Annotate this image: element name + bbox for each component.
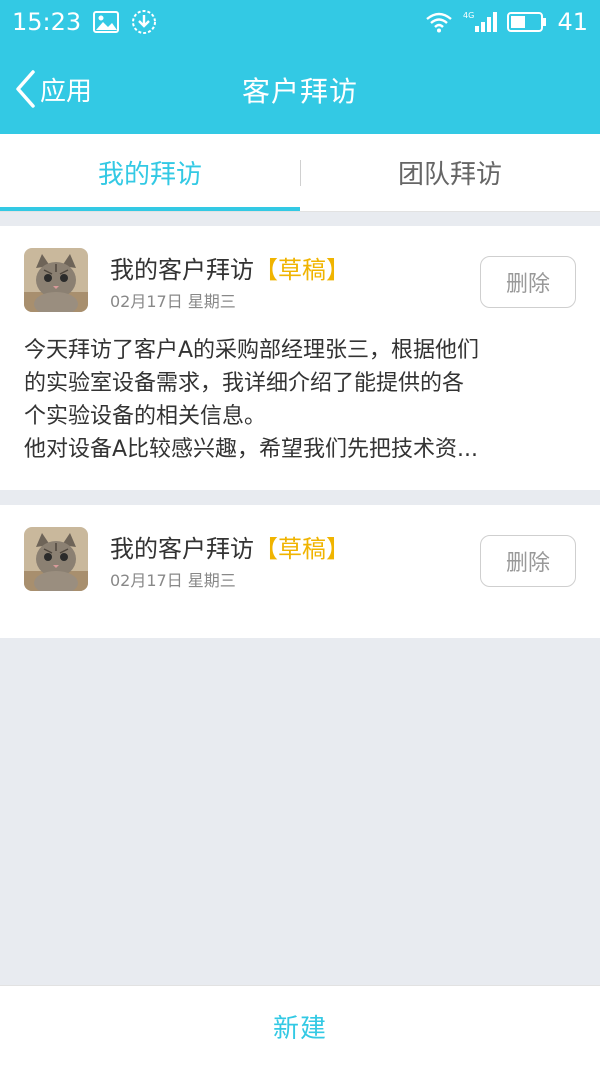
visit-summary-line: 的实验室设备需求，我详细介绍了能提供的各 bbox=[24, 371, 465, 396]
new-visit-button[interactable]: 新建 bbox=[273, 1008, 327, 1045]
visit-title: 我的客户拜访【草稿】 bbox=[110, 529, 350, 564]
avatar bbox=[24, 248, 88, 312]
tab-team-visits[interactable]: 团队拜访 bbox=[300, 134, 600, 211]
draft-badge: 【草稿】 bbox=[254, 256, 350, 284]
visit-summary-line: 今天拜访了客户A的采购部经理张三，根据他们 bbox=[24, 338, 480, 363]
tab-bar: 我的拜访 团队拜访 bbox=[0, 134, 600, 212]
battery-icon bbox=[507, 11, 547, 33]
visit-summary-line: 他对设备A比较感兴趣，希望我们先把技术资... bbox=[24, 437, 479, 462]
visit-card[interactable]: 我的客户拜访【草稿】 02月17日 星期三 删除 今天拜访了客户A的采购部经理张… bbox=[0, 226, 600, 490]
delete-button[interactable]: 删除 bbox=[480, 535, 576, 587]
page-title: 客户拜访 bbox=[241, 75, 358, 108]
download-icon bbox=[131, 9, 157, 35]
network-type-label: 4G bbox=[463, 11, 474, 20]
visit-summary-line: 个实验设备的相关信息。 bbox=[24, 404, 267, 429]
wifi-icon bbox=[425, 11, 453, 33]
tab-my-visits[interactable]: 我的拜访 bbox=[0, 134, 300, 211]
app-header: 应用 客户拜访 bbox=[0, 44, 600, 134]
visit-date: 02月17日 星期三 bbox=[110, 292, 236, 311]
tab-divider bbox=[300, 160, 301, 186]
visit-card[interactable]: 我的客户拜访【草稿】 02月17日 星期三 删除 bbox=[0, 505, 600, 638]
status-bar: 15:23 4G 41 bbox=[0, 0, 600, 44]
bottom-bar: 新建 bbox=[0, 985, 600, 1067]
visit-title: 我的客户拜访【草稿】 bbox=[110, 250, 350, 285]
battery-level: 41 bbox=[557, 8, 588, 36]
visit-summary: 今天拜访了客户A的采购部经理张三，根据他们 的实验室设备需求，我详细介绍了能提供… bbox=[24, 334, 580, 466]
delete-button[interactable]: 删除 bbox=[480, 256, 576, 308]
signal-icon: 4G bbox=[463, 10, 498, 34]
visit-title-text: 我的客户拜访 bbox=[110, 256, 254, 284]
gallery-icon bbox=[93, 11, 120, 33]
status-time: 15:23 bbox=[12, 8, 82, 36]
avatar bbox=[24, 527, 88, 591]
draft-badge: 【草稿】 bbox=[254, 535, 350, 563]
visit-title-text: 我的客户拜访 bbox=[110, 535, 254, 563]
visit-date: 02月17日 星期三 bbox=[110, 571, 236, 590]
